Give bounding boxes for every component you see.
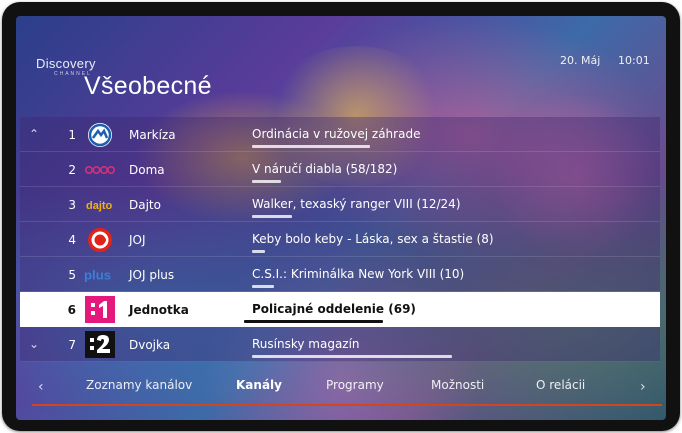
tv-screen: Discovery CHANNEL Všeobecné 20. Máj 10:0… xyxy=(16,16,666,420)
channel-number: 7 xyxy=(68,338,76,352)
program-title: V náručí diabla (58/182) xyxy=(252,162,398,176)
program-progress-bar xyxy=(252,215,292,218)
svg-text:dajto: dajto xyxy=(86,200,113,212)
program-title: Policajné oddelenie (69) xyxy=(252,302,416,316)
scroll-down-icon[interactable]: ⌄ xyxy=(29,337,39,351)
clock-display: 10:01 xyxy=(618,54,650,67)
channel-row[interactable]: 4 JOJ Keby bolo keby - Láska, sex a štas… xyxy=(20,222,660,257)
date-display: 20. Máj xyxy=(560,54,601,67)
program-progress-bar xyxy=(252,145,370,148)
jednotka-logo-icon xyxy=(84,296,116,323)
tab-programs[interactable]: Programy xyxy=(326,378,384,392)
header: Discovery CHANNEL Všeobecné 20. Máj 10:0… xyxy=(16,16,666,116)
program-title: Ordinácia v ružovej záhrade xyxy=(252,127,421,141)
channel-number: 1 xyxy=(68,128,76,142)
channel-row[interactable]: ⌄ 7 Dvojka Rusínsky magazín xyxy=(20,327,660,362)
program-progress-bar xyxy=(252,355,452,358)
tab-options[interactable]: Možnosti xyxy=(431,378,484,392)
dajto-logo-icon: dajto xyxy=(84,191,116,218)
tab-channel-lists[interactable]: Zoznamy kanálov xyxy=(86,378,192,392)
tab-bar: ‹ Zoznamy kanálov Kanály Programy Možnos… xyxy=(16,368,666,408)
channel-name: JOJ plus xyxy=(129,268,175,282)
chevron-left-icon[interactable]: ‹ xyxy=(38,379,44,395)
logo-text: Discovery xyxy=(36,56,96,71)
channel-row-selected[interactable]: 6 Jednotka Policajné oddelenie (69) xyxy=(20,292,660,327)
program-progress-bar xyxy=(252,285,274,288)
program-title: Walker, texaský ranger VIII (12/24) xyxy=(252,197,461,211)
channel-number: 6 xyxy=(67,303,76,317)
channel-row[interactable]: 5 plus JOJ plus C.S.I.: Kriminálka New Y… xyxy=(20,257,660,292)
channel-number: 3 xyxy=(68,198,76,212)
tab-about-show[interactable]: O relácii xyxy=(536,378,585,392)
program-progress-bar xyxy=(252,180,281,183)
doma-logo-icon xyxy=(84,156,116,183)
program-title: Rusínsky magazín xyxy=(252,337,360,351)
channel-name: Dajto xyxy=(129,198,161,212)
channel-number: 4 xyxy=(68,233,76,247)
markiza-logo-icon xyxy=(84,121,116,148)
channel-name: Doma xyxy=(129,163,165,177)
channel-number: 2 xyxy=(68,163,76,177)
channel-name: JOJ xyxy=(129,233,146,247)
dvojka-logo-icon xyxy=(84,331,116,358)
program-title: Keby bolo keby - Láska, sex a štastie (8… xyxy=(252,232,494,246)
channel-name: Dvojka xyxy=(129,338,171,352)
page-title: Všeobecné xyxy=(84,72,212,100)
scroll-up-icon[interactable]: ⌃ xyxy=(29,127,39,141)
channel-number: 5 xyxy=(68,268,76,282)
joj-logo-icon xyxy=(84,226,116,253)
program-title: C.S.I.: Kriminálka New York VIII (10) xyxy=(252,267,465,281)
channel-list: ⌃ 1 Markíza Ordinácia v ružovej záhrade … xyxy=(20,117,660,362)
joj-plus-logo-icon: plus xyxy=(84,261,116,288)
program-progress-bar xyxy=(252,250,265,253)
tab-channels[interactable]: Kanály xyxy=(236,378,282,392)
program-progress-bar xyxy=(244,320,383,323)
chevron-right-icon[interactable]: › xyxy=(640,379,646,395)
tv-frame: Discovery CHANNEL Všeobecné 20. Máj 10:0… xyxy=(2,2,680,431)
channel-name: Markíza xyxy=(129,128,176,142)
svg-text:plus: plus xyxy=(84,267,111,282)
channel-row[interactable]: 2 Doma V náručí diabla (58/182) xyxy=(20,152,660,187)
channel-name: Jednotka xyxy=(129,303,189,317)
channel-row[interactable]: ⌃ 1 Markíza Ordinácia v ružovej záhrade xyxy=(20,117,660,152)
tab-underline xyxy=(32,404,662,406)
channel-row[interactable]: 3 dajto Dajto Walker, texaský ranger VII… xyxy=(20,187,660,222)
